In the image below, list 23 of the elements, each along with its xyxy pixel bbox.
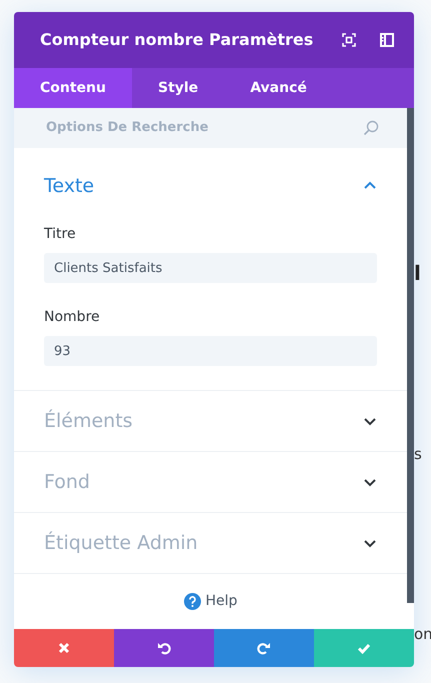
background-text: on xyxy=(414,624,431,645)
modal-title: Compteur nombre Paramètres xyxy=(40,29,314,51)
input-field[interactable]: Clients Satisfaits xyxy=(44,253,377,283)
background-text: l xyxy=(414,260,421,287)
undo-icon xyxy=(157,641,171,655)
focus-icon[interactable] xyxy=(342,33,356,47)
search-icon[interactable] xyxy=(363,120,379,136)
redo-icon xyxy=(257,641,271,655)
background-text: s xyxy=(414,444,422,465)
sidebar-icon[interactable] xyxy=(380,33,394,47)
help-link[interactable]: Help xyxy=(206,591,238,612)
input-field[interactable]: 93 xyxy=(44,336,377,366)
search-field[interactable]: Options De Recherche xyxy=(44,117,363,139)
tab[interactable]: Avancé xyxy=(224,68,333,108)
check-icon xyxy=(357,641,371,655)
help-icon[interactable] xyxy=(184,593,201,610)
field-label: Nombre xyxy=(44,308,101,327)
search-bar[interactable]: Options De Recherche xyxy=(14,108,407,148)
section-title[interactable]: Texte xyxy=(44,172,94,200)
close-icon xyxy=(57,641,71,655)
tab[interactable]: Contenu xyxy=(14,68,132,108)
field-label: Titre xyxy=(44,225,77,244)
tab[interactable]: Style xyxy=(132,68,224,108)
